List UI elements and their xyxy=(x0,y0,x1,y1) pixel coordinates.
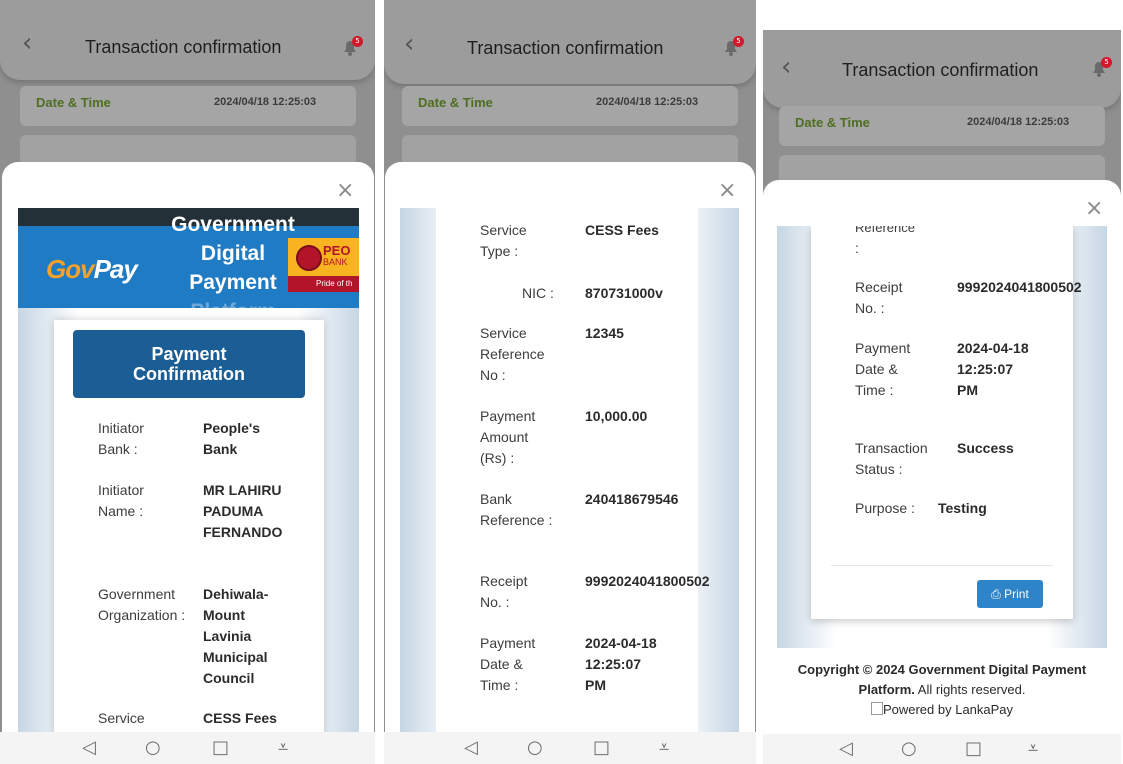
purpose-value: Testing xyxy=(938,500,987,516)
receipt-no-label: Receipt No. : xyxy=(480,573,528,610)
nav-menu-icon[interactable]: ⩡ xyxy=(278,737,288,758)
nic-label: NIC : xyxy=(522,285,554,301)
gov-org-value: Dehiwala-Mount Lavinia Municipal Council xyxy=(203,586,269,686)
screen-1: ‹ Transaction confirmation 5 Date & Time… xyxy=(0,0,375,764)
nav-back-icon[interactable]: ◁ xyxy=(839,738,853,759)
date-time-value: 2024/04/18 12:25:03 xyxy=(596,96,699,108)
print-button[interactable]: ⎙ Print xyxy=(977,580,1043,608)
payment-datetime-value: 2024-04-18 12:25:07 PM xyxy=(585,635,657,693)
date-time-card: Date & Time 2024/04/18 12:25:03 xyxy=(402,86,738,126)
date-time-card: Date & Time 2024/04/18 12:25:03 xyxy=(20,86,356,126)
printer-icon: ⎙ xyxy=(991,587,1001,601)
bank-tagline: Pride of th xyxy=(288,276,359,292)
govpay-logo: GovPay xyxy=(46,254,138,284)
date-time-label: Date & Time xyxy=(795,115,870,130)
screen-2: ‹ Transaction confirmation 5 Date & Time… xyxy=(384,0,756,764)
transaction-status-label: Transaction Status : xyxy=(855,440,928,477)
bell-icon[interactable]: 5 xyxy=(340,36,363,57)
purpose-label: Purpose : xyxy=(855,500,915,516)
transaction-status-value: Success xyxy=(957,440,1014,456)
receipt-card: Payment Confirmation Initiator Bank : Pe… xyxy=(54,320,324,732)
date-time-label: Date & Time xyxy=(36,95,111,110)
bank-reference-label: Bank Reference : xyxy=(480,491,553,528)
top-bar: ‹ Transaction confirmation 5 xyxy=(763,30,1121,108)
payment-datetime-value: 2024-04-18 12:25:07 PM xyxy=(957,340,1029,398)
print-divider xyxy=(831,565,1053,566)
page-title: Transaction confirmation xyxy=(85,37,282,57)
gov-title: Government Digital Payment Platform xyxy=(171,213,295,323)
powered-by-text: Powered by LankaPay xyxy=(763,700,1121,720)
receipt-no-value: 9992024041800502 xyxy=(957,279,1082,295)
receipt-modal: × GovPay Government Digital Payment Plat… xyxy=(2,162,374,732)
top-bar: ‹ Transaction confirmation 5 xyxy=(0,0,375,80)
payment-datetime-label: Payment Date & Time : xyxy=(480,635,536,693)
nav-home-icon[interactable]: ○ xyxy=(527,737,543,758)
notification-badge: 5 xyxy=(733,36,744,47)
nav-back-icon[interactable]: ◁ xyxy=(82,737,96,758)
screen-3: ‹ Transaction confirmation 5 Date & Time… xyxy=(763,30,1121,764)
back-arrow-icon[interactable]: ‹ xyxy=(781,52,791,82)
android-nav-bar: ◁ ○ □ ⩡ xyxy=(384,732,756,764)
nav-recents-icon[interactable]: □ xyxy=(965,738,982,759)
broken-image-icon xyxy=(870,702,883,715)
nav-home-icon[interactable]: ○ xyxy=(901,738,917,759)
back-arrow-icon[interactable]: ‹ xyxy=(22,28,32,58)
reference-label-partial: Reference xyxy=(855,226,915,235)
service-reference-label: Service Reference No : xyxy=(480,325,545,383)
page-title: Transaction confirmation xyxy=(842,60,1039,80)
receipt-modal: × Service Type : CESS Fees NIC : 8707310… xyxy=(385,162,755,732)
reference-colon: : xyxy=(855,240,859,256)
close-icon[interactable]: × xyxy=(718,178,736,203)
date-time-card: Date & Time 2024/04/18 12:25:03 xyxy=(779,106,1105,146)
initiator-name-value: MR LAHIRU PADUMA FERNANDO xyxy=(203,482,283,540)
close-icon[interactable]: × xyxy=(336,178,354,203)
payment-datetime-label: Payment Date & Time : xyxy=(855,340,911,398)
receipt-frame: Service Type : CESS Fees NIC : 870731000… xyxy=(400,208,739,732)
footer: Copyright © 2024 Government Digital Paym… xyxy=(763,648,1121,734)
service-reference-value: 12345 xyxy=(585,325,624,341)
rights-text: Platform. All rights reserved. xyxy=(858,682,1026,697)
initiator-name-label: Initiator Name : xyxy=(98,482,144,519)
bank-emblem-icon xyxy=(296,245,322,271)
bell-icon[interactable]: 5 xyxy=(721,36,744,57)
date-time-value: 2024/04/18 12:25:03 xyxy=(214,96,317,108)
receipt-frame: Reference : Receipt No. : 99920240418005… xyxy=(777,226,1107,648)
service-label-partial: Service xyxy=(98,710,145,726)
top-bar: ‹ Transaction confirmation 5 xyxy=(384,0,756,84)
initiator-bank-label: Initiator Bank : xyxy=(98,420,144,457)
nav-menu-icon[interactable]: ⩡ xyxy=(1028,738,1038,759)
receipt-no-label: Receipt No. : xyxy=(855,279,903,316)
nav-home-icon[interactable]: ○ xyxy=(145,737,161,758)
receipt-no-value: 9992024041800502 xyxy=(585,573,710,589)
nav-recents-icon[interactable]: □ xyxy=(212,737,229,758)
android-nav-bar: ◁ ○ □ ⩡ xyxy=(763,734,1121,764)
page-title: Transaction confirmation xyxy=(467,38,664,58)
payment-amount-value: 10,000.00 xyxy=(585,408,648,424)
receipt-modal: × Reference : Receipt No. : 999202404180… xyxy=(763,180,1121,648)
android-nav-bar: ◁ ○ □ ⩡ xyxy=(0,732,375,764)
bell-icon[interactable]: 5 xyxy=(1089,57,1112,78)
nic-value: 870731000v xyxy=(585,285,663,301)
service-type-value: CESS Fees xyxy=(585,222,659,238)
initiator-bank-value: People's Bank xyxy=(203,420,261,457)
copyright-text: Copyright © 2024 Government Digital Paym… xyxy=(797,662,1087,677)
peoples-bank-logo: PEO BANK Pride of th xyxy=(288,238,359,292)
service-type-label: Service Type : xyxy=(480,222,527,259)
payment-confirmation-header: Payment Confirmation xyxy=(73,330,305,398)
date-time-label: Date & Time xyxy=(418,95,493,110)
notification-badge: 5 xyxy=(352,36,363,47)
date-time-value: 2024/04/18 12:25:03 xyxy=(967,116,1070,128)
nav-back-icon[interactable]: ◁ xyxy=(464,737,478,758)
bank-reference-value: 240418679546 xyxy=(585,491,679,507)
receipt-frame: GovPay Government Digital Payment Platfo… xyxy=(18,208,359,732)
nav-menu-icon[interactable]: ⩡ xyxy=(659,737,669,758)
close-icon[interactable]: × xyxy=(1085,196,1103,221)
payment-amount-label: Payment Amount (Rs) : xyxy=(480,408,536,466)
nav-recents-icon[interactable]: □ xyxy=(593,737,610,758)
service-value-partial: CESS Fees xyxy=(203,710,277,726)
gov-org-label: Government Organization : xyxy=(98,586,186,623)
notification-badge: 5 xyxy=(1101,57,1112,68)
back-arrow-icon[interactable]: ‹ xyxy=(404,29,414,59)
